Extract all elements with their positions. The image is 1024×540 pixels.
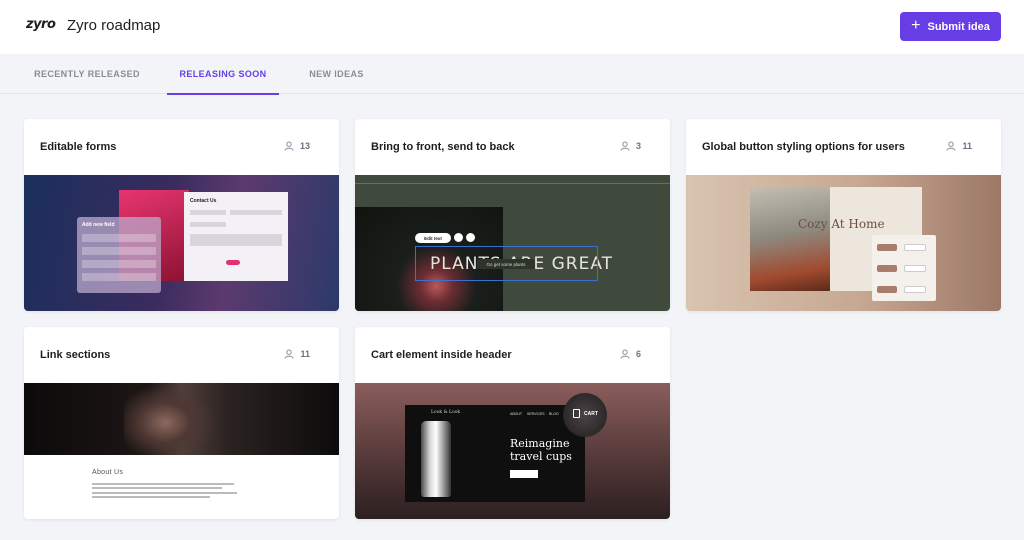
vote-count: 13	[299, 141, 310, 151]
preview-nav-item: SERVICES	[527, 412, 545, 416]
submit-idea-button[interactable]: + Submit idea	[900, 12, 1001, 41]
vote-count: 3	[635, 141, 641, 151]
preview-headline-line: Reimagine	[510, 437, 570, 450]
preview-secondary-button	[904, 286, 926, 293]
preview-primary-button	[877, 286, 897, 293]
preview-buy-button	[510, 470, 538, 478]
preview-panel-row	[82, 260, 156, 268]
roadmap-card-link-sections[interactable]: Link sections 11 About Us	[24, 327, 339, 519]
preview-text-line	[92, 492, 237, 494]
preview-panel-row	[82, 234, 156, 242]
preview-layer-icon	[454, 233, 463, 242]
preview-send-button	[226, 260, 240, 265]
card-preview-image: About Us	[24, 383, 339, 519]
tab-new-ideas[interactable]: NEW IDEAS	[299, 54, 374, 94]
preview-layer-icon	[466, 233, 475, 242]
preview-add-field-panel: Add new field	[77, 217, 161, 293]
zyro-logo[interactable]: zyro	[26, 17, 56, 32]
submit-idea-label: Submit idea	[927, 20, 990, 33]
card-title: Global button styling options for users	[702, 141, 905, 153]
tab-releasing-soon[interactable]: RELEASING SOON	[167, 54, 279, 95]
preview-contact-title: Contact Us	[190, 198, 217, 204]
card-votes: 11	[946, 141, 972, 151]
roadmap-tabs: RECENTLY RELEASED RELEASING SOON NEW IDE…	[0, 54, 1024, 95]
preview-button-options	[872, 235, 936, 301]
preview-panel-row	[82, 247, 156, 255]
preview-secondary-button	[904, 265, 926, 272]
preview-brand: Look & Look	[431, 410, 461, 415]
preview-nav-item: ABOUT	[510, 412, 523, 416]
preview-bottle-photo	[421, 421, 451, 497]
card-preview-image: Look & Look ABOUT SERVICES BLOG Reimagin…	[355, 383, 670, 519]
preview-field	[190, 222, 226, 227]
preview-room-photo	[750, 187, 830, 291]
preview-cart-label: CART	[584, 411, 598, 417]
preview-field	[190, 210, 226, 215]
card-preview-image: Cozy At Home	[686, 175, 1001, 311]
card-preview-image: Contact Us Add new field	[24, 175, 339, 311]
user-icon	[620, 349, 630, 359]
card-preview-image: PLANTS ARE GREAT Edit text Go get some p…	[355, 175, 670, 311]
preview-guide-line	[355, 183, 670, 184]
card-votes: 13	[284, 141, 310, 151]
tab-recently-released[interactable]: RECENTLY RELEASED	[28, 54, 146, 94]
card-votes: 6	[620, 349, 641, 359]
preview-panel-title: Add new field	[82, 222, 115, 228]
page-title: Zyro roadmap	[67, 17, 161, 34]
user-icon	[284, 141, 294, 151]
preview-primary-button	[877, 244, 897, 251]
preview-headline: Cozy At Home	[798, 217, 885, 231]
preview-panel-row	[82, 273, 156, 281]
preview-cta-pill: Go get some plants	[477, 259, 535, 269]
vote-count: 11	[962, 141, 972, 151]
preview-text-line	[92, 483, 234, 485]
plus-icon: +	[911, 16, 921, 34]
preview-about-title: About Us	[92, 469, 124, 476]
preview-text-line	[92, 487, 222, 489]
user-icon	[284, 349, 294, 359]
card-title: Cart element inside header	[371, 349, 512, 361]
preview-secondary-button	[904, 244, 926, 251]
card-votes: 3	[620, 141, 641, 151]
preview-portrait	[124, 383, 216, 455]
vote-count: 6	[635, 349, 641, 359]
user-icon	[620, 141, 630, 151]
preview-text-line	[92, 496, 210, 498]
preview-field	[230, 210, 282, 215]
card-title: Link sections	[40, 349, 111, 361]
preview-headline: Reimagine travel cups	[510, 437, 572, 463]
preview-nav-item: BLOG	[549, 412, 559, 416]
vote-count: 11	[300, 349, 310, 359]
roadmap-card-editable-forms[interactable]: Editable forms 13 Contact Us Add new fie…	[24, 119, 339, 311]
roadmap-card-cart-element[interactable]: Cart element inside header 6 Look & Look…	[355, 327, 670, 519]
roadmap-card-global-button-styling[interactable]: Global button styling options for users …	[686, 119, 1001, 311]
preview-contact-form: Contact Us	[184, 192, 288, 281]
card-title: Bring to front, send to back	[371, 141, 515, 153]
roadmap-card-bring-to-front[interactable]: Bring to front, send to back 3 PLANTS AR…	[355, 119, 670, 311]
preview-field	[190, 234, 282, 246]
user-icon	[946, 141, 956, 151]
preview-edit-text-button: Edit text	[415, 233, 451, 243]
preview-headline-line: travel cups	[510, 450, 572, 463]
top-header: zyro Zyro roadmap + Submit idea	[0, 0, 1024, 54]
card-title: Editable forms	[40, 141, 117, 153]
shopping-bag-icon	[573, 409, 580, 418]
preview-primary-button	[877, 265, 897, 272]
card-votes: 11	[284, 349, 310, 359]
